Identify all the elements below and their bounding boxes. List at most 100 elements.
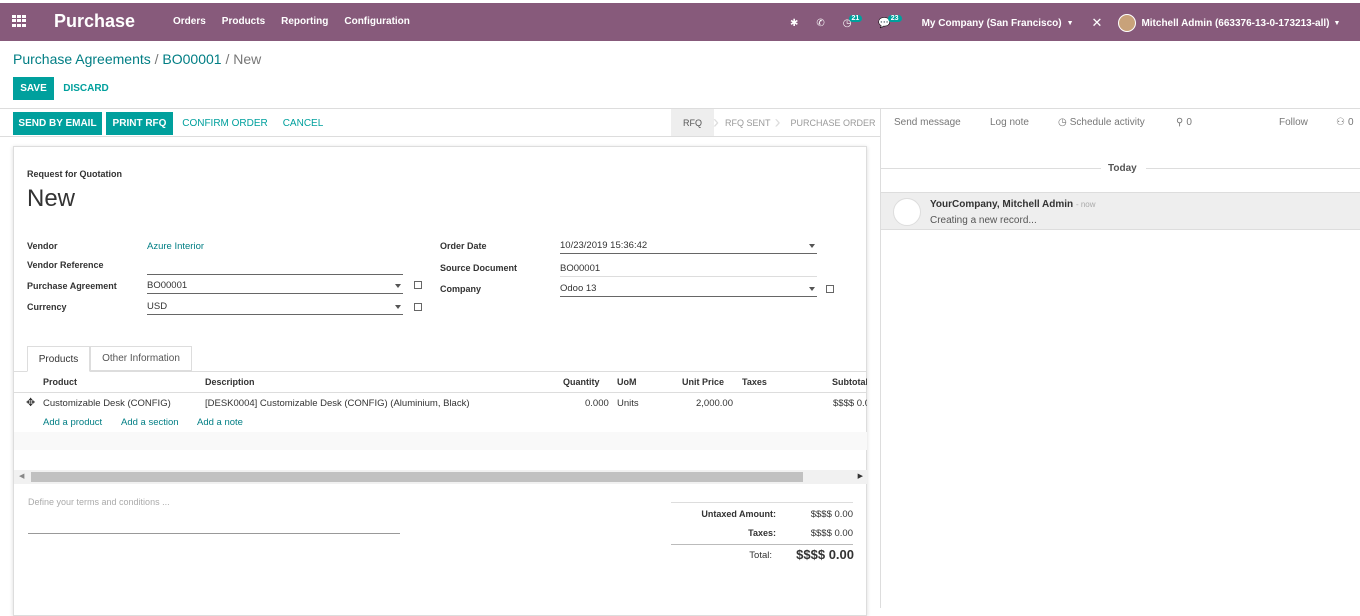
- user-icon: ⚇: [1336, 117, 1345, 128]
- untaxed-amount-label: Untaxed Amount:: [701, 509, 776, 519]
- message-time: - now: [1075, 200, 1096, 209]
- add-note-link[interactable]: Add a note: [197, 417, 243, 428]
- status-purchase-order[interactable]: PURCHASE ORDER: [791, 118, 876, 128]
- terms-conditions-input[interactable]: Define your terms and conditions ...: [28, 497, 400, 534]
- vendor-reference-label: Vendor Reference: [27, 260, 104, 270]
- company-select[interactable]: Odoo 13: [560, 283, 817, 297]
- chevron-down-icon: [809, 244, 815, 248]
- attachments-button[interactable]: ⚲ 0: [1176, 109, 1192, 136]
- tab-products[interactable]: Products: [27, 346, 90, 372]
- send-by-email-button[interactable]: SEND BY EMAIL: [13, 112, 102, 135]
- row-unit-price[interactable]: 2,000.00: [696, 398, 733, 409]
- currency-value: USD: [147, 301, 168, 312]
- status-bar: RFQ › RFQ SENT › PURCHASE ORDER: [671, 109, 880, 136]
- horizontal-scrollbar[interactable]: ◀ ▶: [14, 470, 867, 484]
- form-sheet: Request for Quotation New Vendor Azure I…: [13, 146, 867, 616]
- vendor-label: Vendor: [27, 241, 58, 251]
- activity-count-badge: 21: [848, 14, 863, 22]
- clock-icon: ◷: [1058, 117, 1067, 128]
- currency-label: Currency: [27, 302, 67, 312]
- order-date-input[interactable]: 10/23/2019 15:36:42: [560, 240, 817, 254]
- status-rfq-sent[interactable]: RFQ SENT: [725, 118, 771, 128]
- scroll-right-icon[interactable]: ▶: [858, 472, 863, 480]
- vendor-reference-input[interactable]: [147, 261, 403, 275]
- scrollbar-thumb[interactable]: [31, 472, 803, 482]
- message-count-badge: 23: [887, 14, 902, 22]
- confirm-order-button[interactable]: CONFIRM ORDER: [180, 112, 270, 135]
- top-navbar: Purchase Orders Products Reporting Confi…: [0, 3, 1360, 41]
- user-avatar[interactable]: [1118, 14, 1137, 32]
- message-author: YourCompany, Mitchell Admin - now: [930, 199, 1096, 210]
- user-chevron-icon[interactable]: ▼: [1333, 20, 1340, 27]
- column-header-uom[interactable]: UoM: [617, 377, 637, 387]
- external-link-icon[interactable]: [414, 281, 422, 289]
- company-label: Company: [440, 284, 482, 294]
- message-body: Creating a new record...: [930, 215, 1037, 226]
- currency-select[interactable]: USD: [147, 301, 403, 315]
- column-header-quantity[interactable]: Quantity: [563, 377, 600, 387]
- drag-handle-icon[interactable]: ✥: [26, 396, 35, 409]
- company-switcher[interactable]: My Company (San Francisco): [922, 18, 1062, 29]
- breadcrumb-agreement[interactable]: BO00001: [162, 51, 221, 67]
- add-product-link[interactable]: Add a product: [43, 417, 102, 428]
- avatar: [893, 198, 921, 226]
- debug-bug-icon[interactable]: ✱: [790, 18, 798, 29]
- status-rfq[interactable]: RFQ: [671, 109, 714, 136]
- followers-count: 0: [1347, 117, 1354, 128]
- column-header-subtotal[interactable]: Subtotal: [832, 377, 867, 387]
- column-header-description[interactable]: Description: [205, 377, 255, 387]
- discard-button[interactable]: DISCARD: [61, 77, 111, 100]
- row-product[interactable]: Customizable Desk (CONFIG): [43, 398, 171, 409]
- row-description[interactable]: [DESK0004] Customizable Desk (CONFIG) (A…: [205, 398, 470, 409]
- row-subtotal: $$$$ 0.00: [833, 398, 867, 409]
- source-document-label: Source Document: [440, 263, 518, 273]
- chevron-down-icon: [395, 284, 401, 288]
- menu-orders[interactable]: Orders: [173, 16, 206, 27]
- record-title: New: [27, 185, 76, 212]
- chevron-down-icon[interactable]: ▼: [1067, 20, 1074, 27]
- external-link-icon[interactable]: [826, 285, 834, 293]
- menu-products[interactable]: Products: [222, 16, 265, 27]
- cancel-button[interactable]: CANCEL: [279, 112, 327, 135]
- status-separator-icon: ›: [774, 112, 781, 132]
- taxes-label: Taxes:: [748, 528, 776, 538]
- menu-reporting[interactable]: Reporting: [281, 16, 328, 27]
- print-rfq-button[interactable]: PRINT RFQ: [106, 112, 173, 135]
- untaxed-amount-value: $$$$ 0.00: [810, 509, 853, 520]
- apps-menu-icon[interactable]: [12, 15, 26, 27]
- breadcrumb: Purchase Agreements / BO00001 / New: [13, 51, 262, 67]
- today-separator: Today: [1108, 163, 1137, 174]
- chatter-message: YourCompany, Mitchell Admin - now Creati…: [881, 192, 1360, 230]
- row-uom[interactable]: Units: [617, 398, 639, 409]
- source-document-input[interactable]: BO00001: [560, 263, 817, 277]
- purchase-agreement-select[interactable]: BO00001: [147, 280, 403, 294]
- save-button[interactable]: SAVE: [13, 77, 54, 100]
- phone-icon[interactable]: ✆: [816, 18, 824, 29]
- follow-button[interactable]: Follow: [1279, 109, 1308, 136]
- row-quantity[interactable]: 0.000: [585, 398, 609, 409]
- close-tools-icon[interactable]: ✕: [1092, 15, 1103, 31]
- status-separator-icon: ›: [713, 112, 719, 132]
- column-header-unit-price[interactable]: Unit Price: [682, 377, 724, 387]
- taxes-value: $$$$ 0.00: [810, 528, 853, 539]
- external-link-icon[interactable]: [414, 303, 422, 311]
- send-message-button[interactable]: Send message: [894, 109, 961, 136]
- app-brand[interactable]: Purchase: [54, 11, 135, 32]
- column-header-product[interactable]: Product: [43, 377, 77, 387]
- purchase-agreement-value: BO00001: [147, 280, 188, 291]
- add-section-link[interactable]: Add a section: [121, 417, 179, 428]
- menu-configuration[interactable]: Configuration: [344, 16, 410, 27]
- schedule-activity-button[interactable]: ◷ Schedule activity: [1058, 109, 1145, 136]
- order-date-label: Order Date: [440, 241, 487, 251]
- tab-other-information[interactable]: Other Information: [90, 346, 192, 371]
- chevron-down-icon: [395, 305, 401, 309]
- scroll-left-icon[interactable]: ◀: [19, 472, 24, 480]
- breadcrumb-purchase-agreements[interactable]: Purchase Agreements: [13, 51, 151, 67]
- column-header-taxes[interactable]: Taxes: [742, 377, 767, 387]
- followers-button[interactable]: ⚇ 0: [1336, 109, 1354, 136]
- user-menu[interactable]: Mitchell Admin (663376-13-0-173213-all): [1141, 18, 1329, 29]
- order-date-value: 10/23/2019 15:36:42: [560, 240, 648, 251]
- company-value: Odoo 13: [560, 283, 597, 294]
- vendor-field[interactable]: Azure Interior: [147, 241, 204, 252]
- log-note-button[interactable]: Log note: [990, 109, 1029, 136]
